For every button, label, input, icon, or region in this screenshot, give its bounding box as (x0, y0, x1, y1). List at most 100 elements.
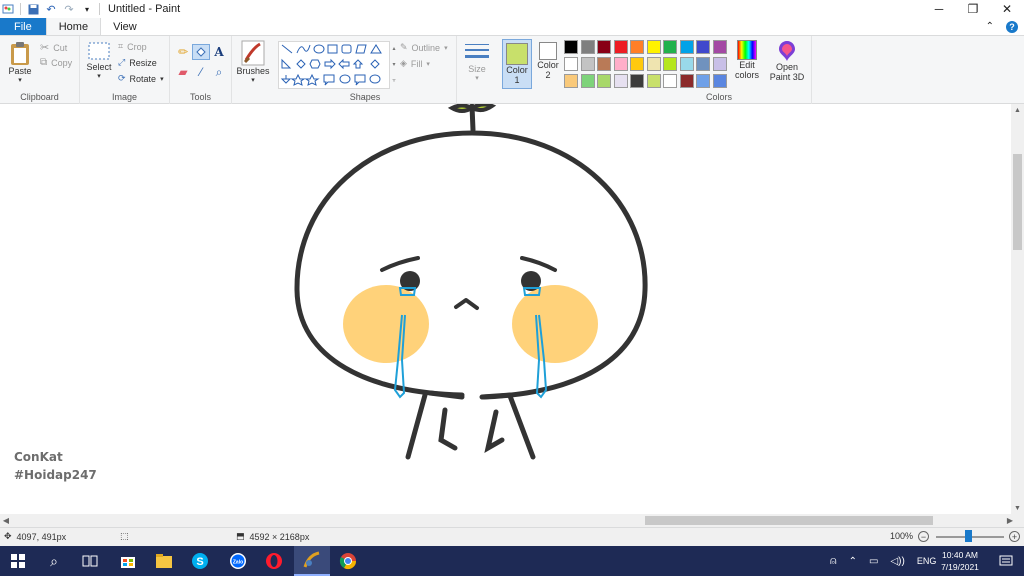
language-indicator[interactable]: ENG (917, 556, 937, 566)
fill-bucket-icon[interactable] (192, 44, 210, 60)
restore-button[interactable]: ❐ (956, 0, 990, 18)
color-swatch[interactable] (679, 74, 694, 88)
chrome-icon[interactable] (330, 546, 366, 576)
undo-icon[interactable]: ↶ (45, 3, 57, 16)
shapes-gallery[interactable] (278, 41, 390, 89)
color-swatch[interactable] (580, 40, 595, 54)
zoom-out-button[interactable]: − (918, 531, 929, 542)
color-swatch[interactable] (613, 74, 628, 88)
close-button[interactable]: ✕ (990, 0, 1024, 18)
color-swatch[interactable] (663, 74, 677, 88)
people-icon[interactable]: ⍝ (830, 555, 837, 568)
zoom-slider-thumb[interactable] (965, 530, 972, 542)
horizontal-scrollbar[interactable]: ◀ ▶ (0, 514, 1024, 527)
file-explorer-icon[interactable] (146, 546, 182, 576)
notifications-icon[interactable] (988, 546, 1024, 576)
shapes-gallery-scroll[interactable]: ▴ ▾ ▿ (390, 41, 398, 89)
volume-icon[interactable]: ◁)) (890, 556, 904, 567)
color-swatch[interactable] (712, 40, 727, 54)
color-swatch[interactable] (663, 57, 677, 71)
text-tool-icon[interactable]: A (210, 44, 228, 60)
size-button[interactable]: Size ▾ (463, 42, 491, 84)
cut-button[interactable]: ✂ Cut (40, 41, 67, 54)
scroll-up-arrow[interactable]: ▲ (1011, 104, 1024, 116)
chevron-down-icon[interactable]: ▾ (18, 76, 22, 86)
color-swatch[interactable] (597, 74, 611, 88)
color-swatch[interactable] (564, 74, 578, 88)
edit-colors-button[interactable]: Edit colors (732, 40, 762, 80)
drawing-canvas[interactable] (0, 104, 1011, 514)
paste-button[interactable]: Paste ▾ (6, 40, 34, 86)
color-swatch[interactable] (646, 74, 661, 88)
select-button[interactable]: Select ▾ (85, 42, 113, 82)
scroll-left-arrow[interactable]: ◀ (0, 514, 12, 527)
color-swatch[interactable] (564, 40, 578, 54)
opera-icon[interactable] (256, 546, 292, 576)
color-swatch[interactable] (630, 40, 644, 54)
search-icon[interactable]: ⌕ (36, 546, 72, 576)
open-paint3d-button[interactable]: Open Paint 3D (767, 40, 807, 82)
color-swatch[interactable] (696, 57, 710, 71)
paint-taskbar-icon[interactable] (294, 546, 330, 576)
color-swatch[interactable] (597, 40, 611, 54)
color-swatch[interactable] (564, 57, 578, 71)
eraser-icon[interactable]: ▰ (174, 64, 192, 80)
tab-home[interactable]: Home (45, 18, 102, 35)
redo-icon[interactable]: ↷ (63, 3, 75, 16)
crop-button[interactable]: ⌗ Crop (118, 41, 147, 52)
store-icon[interactable] (110, 546, 146, 576)
task-view-icon[interactable] (72, 546, 108, 576)
color-swatch[interactable] (663, 40, 677, 54)
color-swatch[interactable] (679, 57, 694, 71)
scroll-down-arrow[interactable]: ▼ (1011, 502, 1024, 514)
copy-button[interactable]: ⧉ Copy (40, 57, 72, 68)
color1-button[interactable]: Color 1 (502, 39, 532, 89)
scroll-right-arrow[interactable]: ▶ (1004, 514, 1016, 527)
clock[interactable]: 10:40 AM 7/19/2021 (936, 549, 984, 573)
help-icon[interactable]: ? (1006, 20, 1018, 33)
color-swatch[interactable] (646, 40, 661, 54)
pencil-icon[interactable]: ✏ (174, 44, 192, 60)
color-swatch[interactable] (597, 57, 611, 71)
color-swatch[interactable] (630, 74, 644, 88)
color-swatch[interactable] (646, 57, 661, 71)
color-swatch[interactable] (712, 74, 727, 88)
battery-icon[interactable]: ▭ (869, 556, 878, 567)
minimize-button[interactable]: ─ (922, 0, 956, 18)
vertical-scroll-thumb[interactable] (1013, 154, 1022, 250)
rotate-button[interactable]: ⟳ Rotate ▾ (118, 73, 164, 84)
color-swatch[interactable] (679, 40, 694, 54)
color-swatch[interactable] (630, 57, 644, 71)
start-button[interactable] (0, 546, 36, 576)
color-swatch[interactable] (712, 57, 727, 71)
vertical-scrollbar[interactable]: ▲ ▼ (1011, 104, 1024, 514)
color-swatch[interactable] (613, 40, 628, 54)
paint-app-icon[interactable] (2, 3, 14, 15)
selection-icon: ⬚ (120, 531, 129, 541)
color-swatch[interactable] (613, 57, 628, 71)
skype-icon[interactable]: S (182, 546, 218, 576)
zoom-in-button[interactable]: + (1009, 531, 1020, 542)
tab-view[interactable]: View (101, 18, 149, 35)
color-picker-icon[interactable]: ⁄ (192, 64, 210, 80)
collapse-ribbon-icon[interactable]: ⌃ (986, 21, 994, 32)
color-swatch[interactable] (580, 57, 595, 71)
resize-button[interactable]: ⤢ Resize (118, 57, 157, 68)
color2-button[interactable]: Color 2 (535, 42, 561, 80)
fill-button[interactable]: ◈ Fill ▾ (400, 58, 430, 69)
canvas-area[interactable]: ConKat #Hoidap247 (0, 104, 1011, 514)
magnifier-icon[interactable]: ⌕ (210, 64, 228, 80)
tab-file[interactable]: File (0, 18, 46, 35)
svg-text:Zalo: Zalo (233, 560, 243, 566)
color-swatch[interactable] (696, 40, 710, 54)
color-swatch[interactable] (580, 74, 595, 88)
brushes-button[interactable]: Brushes ▾ (236, 40, 270, 86)
color-swatch[interactable] (696, 74, 710, 88)
chevron-down-icon[interactable]: ▾ (97, 72, 101, 82)
show-hidden-icons-icon[interactable]: ⌃ (849, 556, 857, 567)
outline-button[interactable]: ✎ Outline ▾ (400, 42, 448, 53)
save-icon[interactable] (27, 3, 39, 15)
horizontal-scroll-thumb[interactable] (645, 516, 933, 525)
customize-toolbar-icon[interactable]: ▾ (81, 3, 93, 15)
zalo-icon[interactable]: Zalo (220, 546, 256, 576)
